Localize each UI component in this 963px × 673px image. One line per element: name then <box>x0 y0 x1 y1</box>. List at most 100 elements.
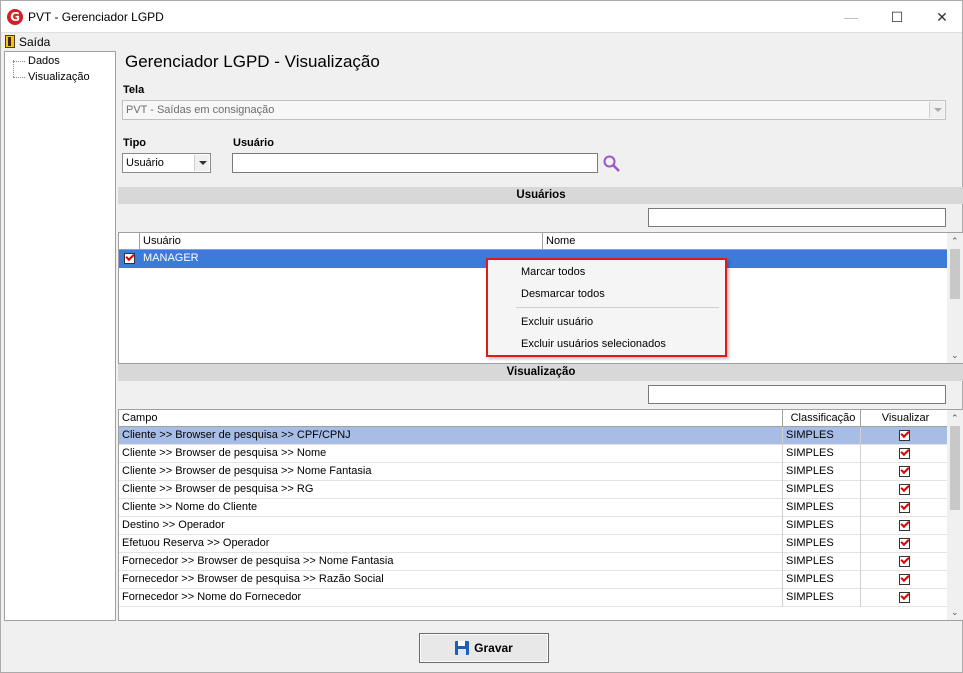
view-section-header: Visualização <box>118 364 963 381</box>
tree-item-label: Visualização <box>28 71 90 83</box>
table-row[interactable]: Efetuou Reserva >> Operador SIMPLES <box>119 535 948 553</box>
users-grid-scrollbar[interactable]: ⌃ ⌄ <box>947 233 963 363</box>
cell-classificacao: SIMPLES <box>783 517 861 535</box>
table-row[interactable]: Cliente >> Browser de pesquisa >> Nome F… <box>119 463 948 481</box>
menu-item-excluir-usuario[interactable]: Excluir usuário <box>521 314 593 330</box>
cell-campo: Cliente >> Browser de pesquisa >> Nome <box>119 445 783 463</box>
usuario-label: Usuário <box>233 137 274 149</box>
menu-item-excluir-selecionados[interactable]: Excluir usuários selecionados <box>521 336 666 352</box>
cell-classificacao: SIMPLES <box>783 445 861 463</box>
menu-bar: Saída <box>1 33 962 50</box>
cell-visualizar <box>861 481 948 499</box>
table-row[interactable]: Cliente >> Browser de pesquisa >> CPF/CP… <box>119 427 948 445</box>
cell-campo: Fornecedor >> Browser de pesquisa >> Raz… <box>119 571 783 589</box>
save-button-label: Gravar <box>474 641 513 655</box>
tipo-label: Tipo <box>123 137 147 149</box>
maximize-button[interactable]: ☐ <box>874 1 920 33</box>
scroll-down-icon[interactable]: ⌄ <box>951 351 959 360</box>
cell-campo: Destino >> Operador <box>119 517 783 535</box>
window-title: PVT - Gerenciador LGPD <box>28 10 164 24</box>
minimize-button[interactable]: — <box>828 1 874 33</box>
column-header-nome[interactable]: Nome <box>543 233 948 250</box>
cell-visualizar <box>861 463 948 481</box>
cell-classificacao: SIMPLES <box>783 463 861 481</box>
table-row[interactable]: Cliente >> Browser de pesquisa >> RG SIMP… <box>119 481 948 499</box>
table-row[interactable]: Fornecedor >> Browser de pesquisa >> Raz… <box>119 571 948 589</box>
row-usuario: MANAGER <box>143 252 199 264</box>
scrollbar-thumb[interactable] <box>950 426 960 510</box>
table-row[interactable]: Destino >> Operador SIMPLES <box>119 517 948 535</box>
cell-campo: Cliente >> Nome do Cliente <box>119 499 783 517</box>
exit-menu-item[interactable]: Saída <box>5 34 50 49</box>
visualizar-checkbox[interactable] <box>899 448 910 459</box>
cell-visualizar <box>861 571 948 589</box>
column-header-classificacao[interactable]: Classificação <box>783 410 861 427</box>
visualizar-checkbox[interactable] <box>899 484 910 495</box>
cell-classificacao: SIMPLES <box>783 481 861 499</box>
scrollbar-thumb[interactable] <box>950 249 960 299</box>
visualizar-checkbox[interactable] <box>899 556 910 567</box>
menu-item-desmarcar-todos[interactable]: Desmarcar todos <box>521 286 605 302</box>
table-row[interactable]: Fornecedor >> Browser de pesquisa >> Nom… <box>119 553 948 571</box>
scroll-down-icon[interactable]: ⌄ <box>951 608 959 617</box>
cell-visualizar <box>861 445 948 463</box>
visualizar-checkbox[interactable] <box>899 538 910 549</box>
visualizar-checkbox[interactable] <box>899 466 910 477</box>
row-checkbox[interactable] <box>124 253 135 264</box>
tree-item-label: Dados <box>28 55 60 67</box>
usuario-input[interactable] <box>232 153 598 173</box>
view-search-input[interactable] <box>648 385 946 404</box>
page-title: Gerenciador LGPD - Visualização <box>125 52 380 71</box>
cell-classificacao: SIMPLES <box>783 499 861 517</box>
cell-visualizar <box>861 535 948 553</box>
tela-label: Tela <box>123 84 145 96</box>
table-row[interactable]: Cliente >> Nome do Cliente SIMPLES <box>119 499 948 517</box>
cell-campo: Cliente >> Browser de pesquisa >> CPF/CP… <box>119 427 783 445</box>
app-logo-icon: G <box>7 9 23 25</box>
cell-visualizar <box>861 427 948 445</box>
cell-classificacao: SIMPLES <box>783 571 861 589</box>
column-header-visualizar[interactable]: Visualizar <box>861 410 948 427</box>
tipo-select[interactable]: Usuário <box>122 153 211 173</box>
cell-visualizar <box>861 589 948 607</box>
cell-classificacao: SIMPLES <box>783 553 861 571</box>
table-row[interactable]: Cliente >> Browser de pesquisa >> Nome SI… <box>119 445 948 463</box>
users-section-header: Usuários <box>118 187 963 204</box>
column-header-usuario[interactable]: Usuário <box>140 233 543 250</box>
save-button[interactable]: Gravar <box>419 633 549 663</box>
scroll-up-icon[interactable]: ⌃ <box>951 414 959 423</box>
exit-door-icon <box>5 35 15 48</box>
column-header-campo[interactable]: Campo <box>119 410 783 427</box>
tela-select[interactable]: PVT - Saídas em consignação <box>122 100 946 120</box>
users-grid-header: Usuário Nome <box>119 233 963 250</box>
title-bar: G PVT - Gerenciador LGPD — ☐ ✕ <box>1 1 962 33</box>
menu-separator <box>516 307 719 308</box>
menu-item-marcar-todos[interactable]: Marcar todos <box>521 264 585 280</box>
cell-campo: Cliente >> Browser de pesquisa >> Nome F… <box>119 463 783 481</box>
app-window: G PVT - Gerenciador LGPD — ☐ ✕ Saída Dad… <box>0 0 963 673</box>
visualizar-checkbox[interactable] <box>899 502 910 513</box>
view-grid-header: Campo Classificação Visualizar <box>119 410 963 427</box>
cell-campo: Efetuou Reserva >> Operador <box>119 535 783 553</box>
tela-select-value: PVT - Saídas em consignação <box>126 104 275 116</box>
visualizar-checkbox[interactable] <box>899 592 910 603</box>
chevron-down-icon <box>929 102 944 118</box>
cell-classificacao: SIMPLES <box>783 535 861 553</box>
table-row[interactable]: Fornecedor >> Nome do Fornecedor SIMPLES <box>119 589 948 607</box>
tree-item-dados[interactable]: Dados <box>13 54 60 68</box>
checkbox-column-header <box>119 233 140 250</box>
search-icon[interactable] <box>602 154 621 173</box>
users-search-input[interactable] <box>648 208 946 227</box>
scroll-up-icon[interactable]: ⌃ <box>951 237 959 246</box>
tree-item-visualizacao[interactable]: Visualização <box>13 70 90 84</box>
visualizar-checkbox[interactable] <box>899 430 910 441</box>
context-menu: Marcar todos Desmarcar todos Excluir usu… <box>486 258 727 357</box>
visualizar-checkbox[interactable] <box>899 574 910 585</box>
exit-menu-label: Saída <box>19 34 51 49</box>
close-button[interactable]: ✕ <box>919 1 963 33</box>
cell-visualizar <box>861 553 948 571</box>
view-grid: Campo Classificação Visualizar Cliente >… <box>118 409 963 621</box>
view-grid-scrollbar[interactable]: ⌃ ⌄ <box>947 410 963 620</box>
visualizar-checkbox[interactable] <box>899 520 910 531</box>
cell-classificacao: SIMPLES <box>783 427 861 445</box>
